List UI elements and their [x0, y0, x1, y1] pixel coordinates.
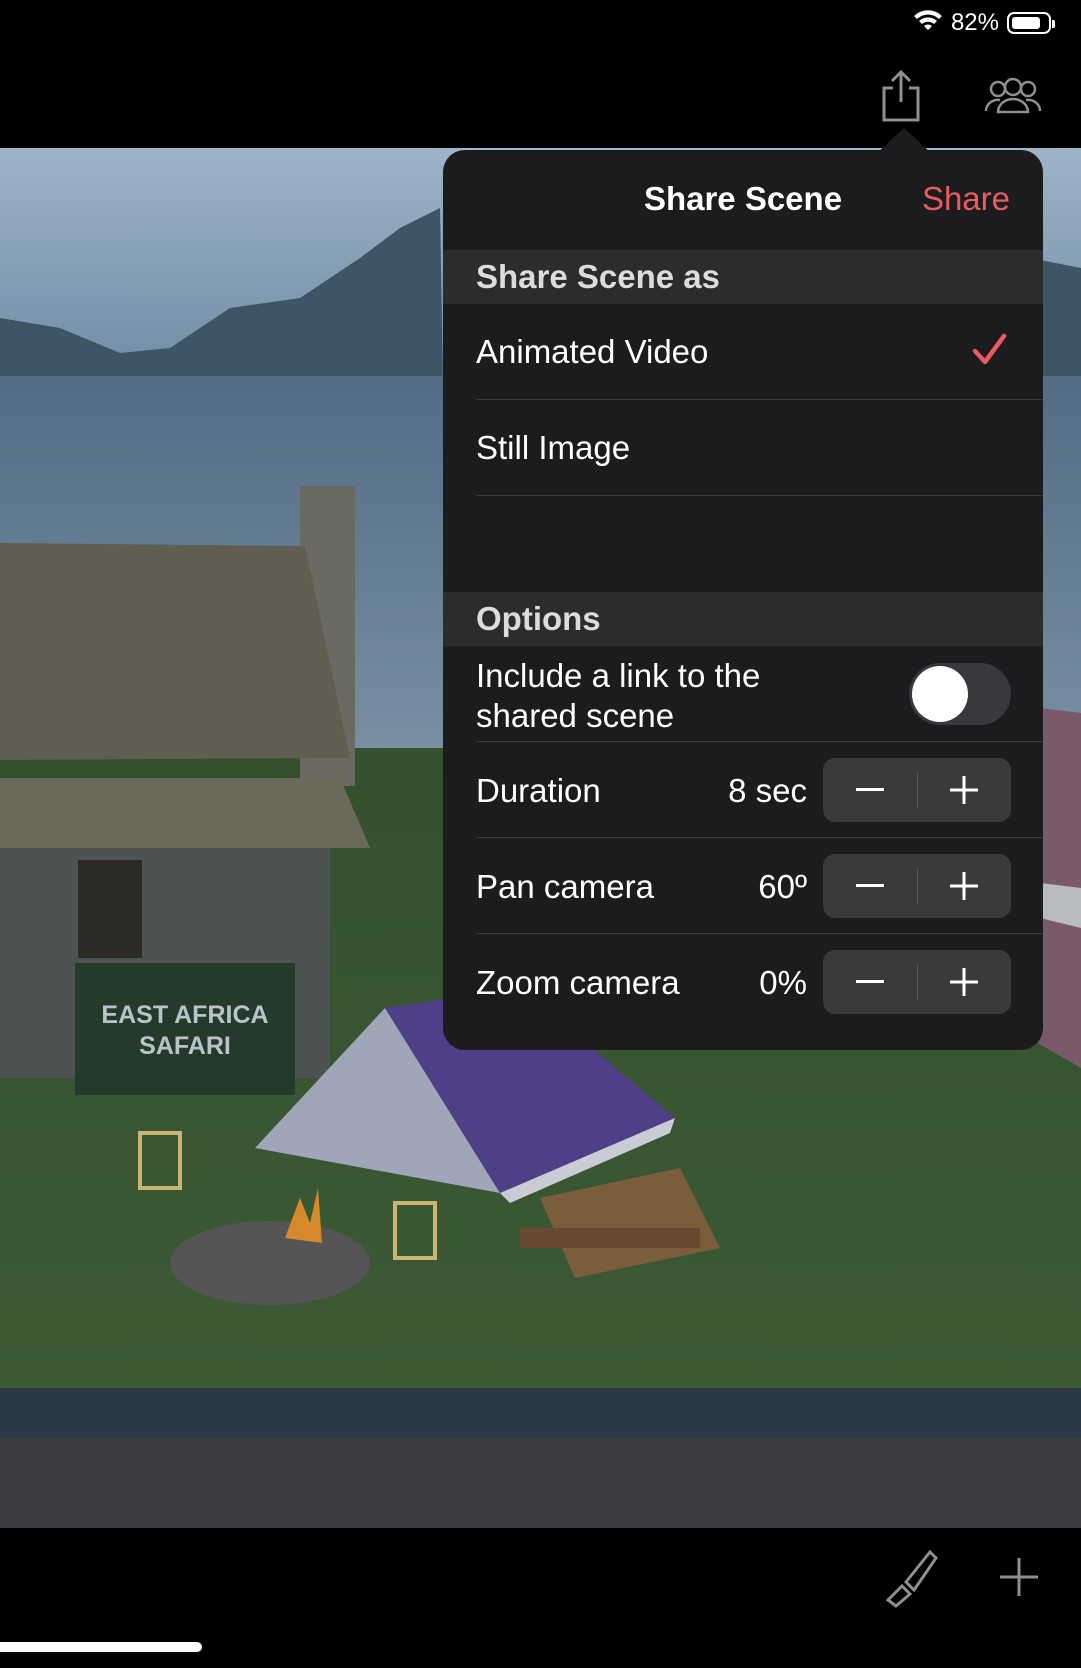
battery-percent: 82% [950, 9, 999, 36]
zoom-camera-label: Zoom camera [476, 964, 680, 1001]
status-bar: 82% [913, 0, 1081, 46]
pan-camera-increment-button[interactable] [918, 854, 1012, 918]
pan-camera-value: 60º [758, 868, 807, 905]
share-scene-popover: Share Scene Share Share Scene as Animate… [443, 150, 1043, 1050]
share-icon[interactable] [880, 69, 922, 127]
home-indicator[interactable] [0, 1642, 202, 1652]
pan-camera-decrement-button[interactable] [823, 854, 917, 918]
paintbrush-icon[interactable] [880, 1548, 940, 1613]
section-options: Options [443, 592, 1043, 646]
battery-icon [1007, 12, 1055, 34]
include-link-label: Include a link to the shared scene [476, 657, 761, 734]
popover-header: Share Scene Share [443, 150, 1043, 250]
duration-label: Duration [476, 772, 601, 809]
sign-text-line1: EAST AFRICA [101, 1001, 268, 1029]
option-still-image[interactable]: Still Image [443, 400, 1043, 496]
duration-stepper [823, 758, 1011, 822]
zoom-camera-row: Zoom camera 0% [443, 934, 1043, 1030]
duration-row: Duration 8 sec [443, 742, 1043, 838]
include-link-row: Include a link to the shared scene [443, 646, 1043, 742]
zoom-camera-decrement-button[interactable] [823, 950, 917, 1014]
include-link-toggle[interactable] [909, 663, 1011, 725]
sign-text-line2: SAFARI [139, 1032, 231, 1060]
share-button[interactable]: Share [922, 180, 1010, 218]
pan-camera-label: Pan camera [476, 868, 654, 905]
pan-camera-stepper [823, 854, 1011, 918]
zoom-camera-increment-button[interactable] [918, 950, 1012, 1014]
pan-camera-row: Pan camera 60º [443, 838, 1043, 934]
duration-decrement-button[interactable] [823, 758, 917, 822]
zoom-camera-stepper [823, 950, 1011, 1014]
option-animated-video[interactable]: Animated Video [443, 304, 1043, 400]
plus-icon[interactable] [1000, 1558, 1038, 1601]
people-icon[interactable] [984, 76, 1042, 119]
wifi-icon [913, 9, 943, 37]
popover-arrow [878, 128, 930, 152]
empty-row [443, 496, 1043, 592]
checkmark-icon [971, 332, 1007, 376]
duration-increment-button[interactable] [918, 758, 1012, 822]
option-label: Still Image [476, 429, 631, 466]
zoom-camera-value: 0% [759, 964, 807, 1001]
section-share-as: Share Scene as [443, 250, 1043, 304]
duration-value: 8 sec [728, 772, 807, 809]
option-label: Animated Video [476, 333, 709, 370]
